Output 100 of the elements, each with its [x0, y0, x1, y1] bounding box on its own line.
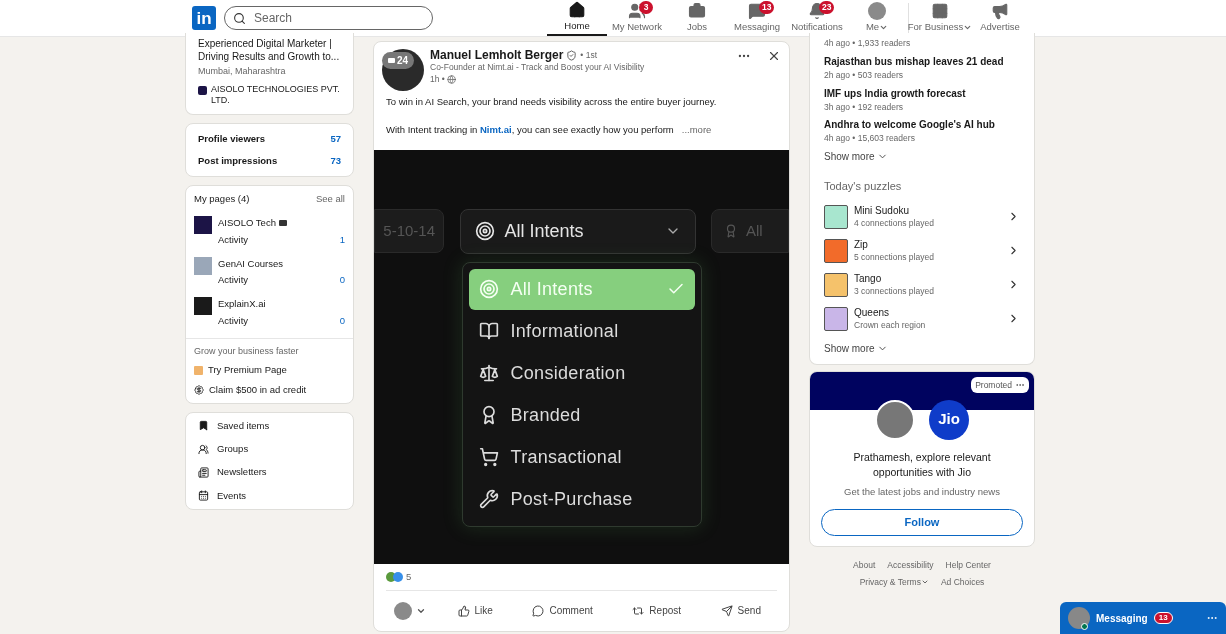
show-more-button[interactable]: Show more	[824, 340, 888, 356]
footer-link[interactable]: Ad Choices	[940, 575, 985, 589]
promoted-label: Promoted	[971, 376, 1029, 394]
page-name[interactable]: ExplainX.ai	[218, 297, 266, 312]
notification-badge: 23	[819, 1, 835, 14]
news-headline[interactable]: Andhra to welcome Google's AI hub	[824, 117, 1020, 133]
shortcut-icon	[198, 466, 209, 478]
stat-label[interactable]: Profile viewers	[198, 131, 266, 146]
shortcut-link[interactable]: Groups	[217, 442, 249, 457]
nav-tab[interactable]: Messaging 13	[727, 0, 787, 36]
post-action-button[interactable]: Comment	[524, 603, 601, 619]
actor-switch-button[interactable]	[394, 601, 426, 620]
profile-location: Mumbai, Maharashtra	[198, 65, 287, 78]
nav-tab[interactable]: Home	[547, 0, 607, 36]
post-link[interactable]: Nimt.ai	[480, 124, 512, 136]
post-time: 1h •	[430, 73, 445, 85]
nav-icon	[628, 2, 646, 20]
puzzle-item[interactable]: Mini Sudoku 4 connections played	[824, 204, 1020, 229]
puzzle-item[interactable]: Queens Crown each region	[824, 306, 1020, 331]
notification-badge: 13	[759, 1, 775, 14]
nav-icon	[931, 2, 949, 20]
page-name[interactable]: GenAI Courses	[218, 256, 283, 271]
reaction-count[interactable]: 5	[406, 569, 412, 584]
news-headline[interactable]: IMF ups India growth forecast	[824, 85, 1020, 101]
nav-icon	[568, 1, 586, 19]
menu-option[interactable]: Transactional	[468, 436, 695, 478]
post-text: With Intent tracking in Nimt.ai, you can see exactly how you perform ...more	[386, 123, 713, 138]
puzzle-icon	[824, 272, 848, 297]
search-input[interactable]: Search	[254, 9, 404, 27]
ad-subtitle: Get the latest jobs and industry news	[843, 484, 1001, 499]
post-action-button[interactable]: Send	[712, 603, 769, 619]
see-more-button[interactable]: ...more	[681, 123, 712, 138]
show-more-button[interactable]: Show more	[824, 149, 888, 164]
menu-option[interactable]: Branded	[468, 394, 695, 436]
option-icon	[478, 321, 499, 341]
page-name[interactable]: AISOLO Tech	[218, 216, 276, 231]
connection-degree: • 1st	[580, 49, 598, 61]
footer-link[interactable]: Privacy & Terms	[859, 575, 929, 589]
action-icon	[632, 604, 645, 617]
ad-headline: Prathamesh, explore relevant opportunities with Jio	[852, 449, 992, 480]
footer-link[interactable]: Accessibility	[887, 558, 934, 572]
activity-label: Activity	[218, 313, 249, 328]
ribbon-icon	[724, 224, 738, 238]
news-headline[interactable]: Rajasthan bus mishap leaves 21 dead	[824, 53, 1020, 69]
stat-label[interactable]: Post impressions	[198, 153, 278, 168]
menu-option[interactable]: Informational	[468, 310, 695, 352]
menu-option[interactable]: Consideration	[468, 352, 695, 394]
close-icon[interactable]	[767, 49, 781, 63]
action-icon	[457, 604, 470, 617]
action-icon	[532, 604, 545, 617]
option-icon	[478, 363, 499, 383]
profile-headline: Experienced Digital Marketer | Driving Results and Growth to...	[198, 37, 341, 63]
menu-option[interactable]: Post-Purchase	[468, 478, 695, 520]
activity-count: 0	[339, 273, 345, 287]
puzzle-icon	[824, 306, 848, 331]
activity-count: 1	[339, 232, 345, 247]
avatar-icon	[394, 601, 412, 620]
messaging-label: Messaging	[1096, 611, 1148, 626]
shortcut-icon	[198, 490, 209, 502]
nav-tab[interactable]: Advertise	[970, 0, 1030, 36]
stat-value: 57	[330, 131, 341, 146]
date-chip: 5-10-14	[374, 209, 444, 253]
shortcut-icon	[198, 420, 209, 432]
company-name: AISOLO TECHNOLOGIES PVT. LTD.	[211, 83, 341, 106]
shortcut-link[interactable]: Events	[217, 488, 247, 503]
post-action-button[interactable]: Repost	[624, 603, 690, 619]
promo-link[interactable]: Try Premium Page	[208, 363, 287, 378]
option-icon	[478, 279, 499, 299]
search-icon	[233, 11, 246, 25]
badge-count: 24	[397, 54, 409, 68]
option-icon	[478, 489, 499, 509]
premium-icon	[194, 365, 203, 375]
puzzle-icon	[824, 238, 848, 263]
linkedin-logo[interactable]: in	[192, 6, 216, 30]
nav-tab[interactable]: My Network 3	[607, 0, 667, 36]
option-icon	[478, 447, 499, 467]
news-meta: 2h ago • 503 readers	[824, 68, 905, 82]
nav-tab[interactable]: Jobs	[667, 0, 727, 36]
news-meta: 3h ago • 192 readers	[824, 100, 905, 114]
notification-badge: 13	[1153, 612, 1173, 624]
avatar-icon	[1068, 607, 1090, 629]
post-action-button[interactable]: Like	[449, 603, 501, 619]
promo-link[interactable]: Claim $500 in ad credit	[209, 382, 307, 397]
author-name[interactable]: Manuel Lemholt Berger	[430, 49, 564, 61]
messaging-bar[interactable]: Messaging 13	[1060, 602, 1226, 634]
footer-link[interactable]: Help Center	[945, 558, 991, 572]
shortcut-link[interactable]: Newsletters	[217, 465, 267, 480]
puzzle-icon	[824, 204, 848, 229]
footer-link[interactable]: About	[853, 558, 876, 572]
nav-icon	[991, 2, 1009, 20]
puzzle-item[interactable]: Tango 3 connections played	[824, 272, 1020, 297]
puzzle-item[interactable]: Zip 5 connections played	[824, 238, 1020, 263]
activity-count: 0	[339, 313, 345, 328]
see-all-link[interactable]: See all	[315, 192, 345, 207]
verified-icon	[566, 49, 578, 61]
shortcut-link[interactable]: Saved items	[217, 418, 270, 433]
page-logo-icon	[194, 256, 212, 275]
intent-select[interactable]: All Intents	[459, 208, 696, 254]
action-icon	[720, 604, 733, 617]
page-logo-icon	[194, 216, 212, 235]
